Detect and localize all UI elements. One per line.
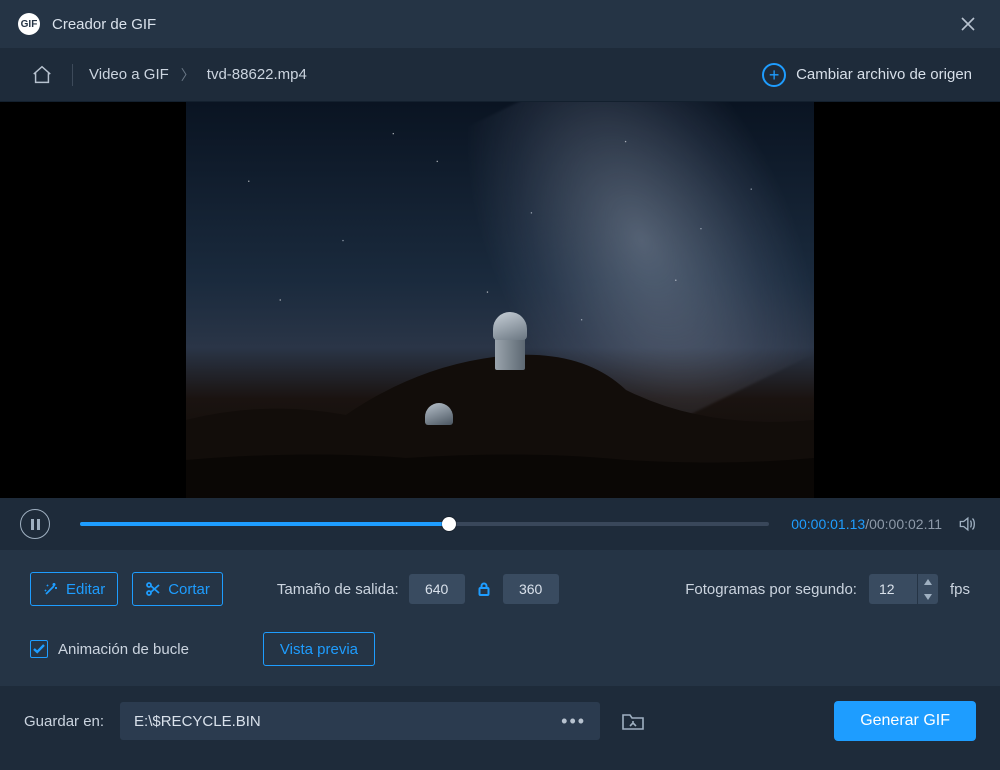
- divider: [72, 64, 73, 86]
- fps-unit: fps: [950, 581, 970, 598]
- width-input[interactable]: 640: [409, 574, 465, 604]
- check-icon: [33, 644, 45, 654]
- app-logo: GIF: [18, 13, 40, 35]
- breadcrumb-bar: Video a GIF 〉 tvd-88622.mp4 + Cambiar ar…: [0, 48, 1000, 102]
- playback-controls: 00:00:01.13/00:00:02.11: [0, 498, 1000, 550]
- folder-icon: [621, 711, 645, 731]
- video-frame: [186, 102, 814, 498]
- open-folder-button[interactable]: [616, 706, 650, 736]
- chevron-up-icon: [924, 579, 932, 585]
- plus-circle-icon: +: [762, 63, 786, 87]
- scissors-icon: [145, 581, 161, 597]
- volume-button[interactable]: [954, 511, 980, 537]
- lock-icon: [477, 582, 491, 596]
- generate-button[interactable]: Generar GIF: [834, 701, 976, 741]
- wand-icon: [43, 581, 59, 597]
- checkbox-icon: [30, 640, 48, 658]
- loop-checkbox[interactable]: Animación de bucle: [30, 640, 189, 658]
- close-icon: [960, 16, 976, 32]
- total-time: 00:00:02.11: [869, 516, 942, 532]
- output-path-value: E:\$RECYCLE.BIN: [134, 713, 261, 730]
- titlebar: GIF Creador de GIF: [0, 0, 1000, 48]
- seek-fill: [80, 522, 449, 526]
- lock-aspect-button[interactable]: [475, 580, 493, 598]
- browse-button[interactable]: •••: [561, 711, 586, 732]
- height-input[interactable]: 360: [503, 574, 559, 604]
- breadcrumb-root[interactable]: Video a GIF: [89, 66, 169, 83]
- output-bar: Guardar en: E:\$RECYCLE.BIN ••• Generar …: [0, 686, 1000, 756]
- cut-label: Cortar: [168, 581, 210, 598]
- chevron-down-icon: [924, 594, 932, 600]
- breadcrumb-file: tvd-88622.mp4: [207, 66, 307, 83]
- output-size-label: Tamaño de salida:: [277, 581, 399, 598]
- change-source-label: Cambiar archivo de origen: [796, 66, 972, 83]
- pause-button[interactable]: [20, 509, 50, 539]
- edit-button[interactable]: Editar: [30, 572, 118, 606]
- change-source-button[interactable]: + Cambiar archivo de origen: [762, 63, 972, 87]
- app-title: Creador de GIF: [52, 16, 156, 33]
- loop-label: Animación de bucle: [58, 641, 189, 658]
- settings-panel: Editar Cortar Tamaño de salida: 640 360 …: [0, 550, 1000, 686]
- fps-up-button[interactable]: [918, 574, 938, 589]
- chevron-right-icon: 〉: [181, 65, 195, 85]
- edit-label: Editar: [66, 581, 105, 598]
- cut-button[interactable]: Cortar: [132, 572, 223, 606]
- time-display: 00:00:01.13/00:00:02.11: [791, 516, 942, 532]
- volume-icon: [957, 514, 977, 534]
- seek-thumb[interactable]: [442, 517, 456, 531]
- pause-icon: [31, 519, 40, 530]
- fps-label: Fotogramas por segundo:: [685, 581, 857, 598]
- home-icon: [31, 64, 53, 86]
- home-button[interactable]: [28, 61, 56, 89]
- seek-slider[interactable]: [80, 522, 769, 526]
- fps-stepper[interactable]: 12: [869, 574, 938, 604]
- preview-button[interactable]: Vista previa: [263, 632, 375, 666]
- fps-value[interactable]: 12: [869, 574, 917, 604]
- video-preview: [0, 102, 1000, 498]
- current-time: 00:00:01.13: [791, 516, 865, 532]
- fps-down-button[interactable]: [918, 589, 938, 604]
- output-path-field[interactable]: E:\$RECYCLE.BIN •••: [120, 702, 600, 740]
- close-button[interactable]: [954, 10, 982, 38]
- save-in-label: Guardar en:: [24, 713, 104, 730]
